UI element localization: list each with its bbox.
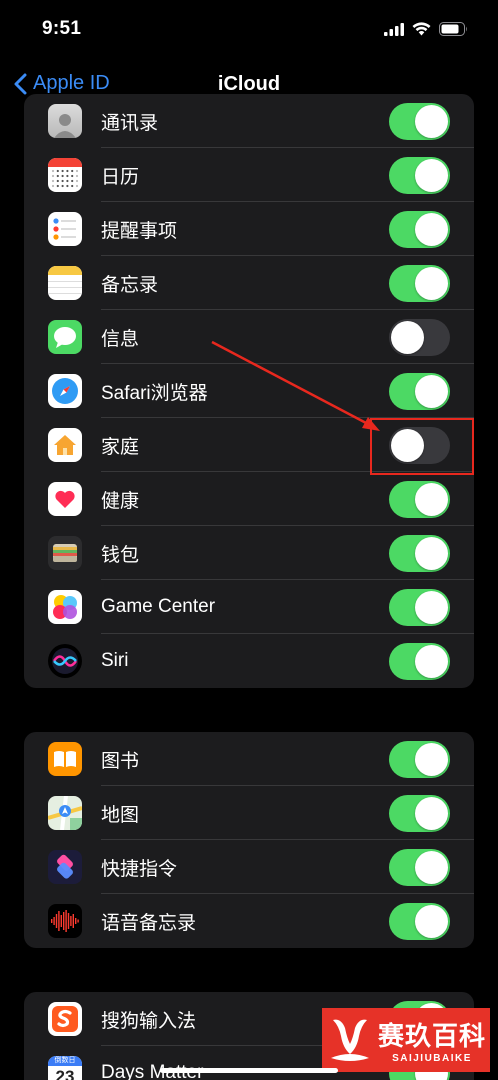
- row-label: 搜狗输入法: [101, 1010, 197, 1032]
- row-label: 日历: [101, 166, 140, 188]
- row-label: Siri: [101, 650, 129, 671]
- safari-icon: [48, 374, 82, 408]
- annotation-highlight-box: [370, 418, 474, 475]
- maps-icon: [48, 796, 82, 830]
- toggle-knob: [415, 266, 448, 300]
- row-label: 信息: [101, 328, 140, 350]
- messages-icon: [48, 320, 82, 354]
- row-label: Game Center: [101, 596, 216, 617]
- row-label: 钱包: [101, 544, 140, 566]
- row-label: 快捷指令: [101, 858, 178, 880]
- status-icons: [384, 22, 468, 36]
- toggle-switch[interactable]: [389, 372, 450, 410]
- toggle-knob: [415, 104, 448, 138]
- settings-row-g1-10: Siri: [24, 634, 474, 688]
- notes-icon: [48, 266, 82, 300]
- row-label: 图书: [101, 750, 140, 772]
- watermark-brand-cn: 赛玖百科: [378, 1021, 487, 1051]
- settings-row-g1-3: 备忘录: [24, 256, 474, 310]
- watermark: 赛玖百科 SAIJIUBAIKE: [322, 1008, 490, 1072]
- reminders-icon: [48, 212, 82, 246]
- settings-row-g1-5: Safari浏览器: [24, 364, 474, 418]
- days-matter-icon: 倒数日 23: [48, 1056, 82, 1080]
- calendar-icon: [48, 158, 82, 192]
- voice-memos-icon: [48, 904, 82, 938]
- toggle-knob: [415, 796, 448, 830]
- row-label: 健康: [101, 490, 140, 512]
- toggle-switch[interactable]: [389, 318, 450, 356]
- watermark-logo-icon: [322, 1008, 378, 1072]
- toggle-knob: [415, 850, 448, 884]
- cellular-signal-icon: [384, 22, 404, 36]
- watermark-text: 赛玖百科 SAIJIUBAIKE: [378, 1016, 486, 1064]
- toggle-switch[interactable]: [389, 210, 450, 248]
- contacts-icon: [48, 104, 82, 138]
- toggle-switch[interactable]: [389, 740, 450, 778]
- home-indicator[interactable]: [160, 1068, 338, 1073]
- settings-row-g1-8: 钱包: [24, 526, 474, 580]
- toggle-switch[interactable]: [389, 902, 450, 940]
- toggle-switch[interactable]: [389, 156, 450, 194]
- sogou-icon: [48, 1002, 82, 1036]
- status-time: 9:51: [42, 18, 82, 39]
- row-label: 地图: [101, 804, 140, 826]
- toggle-switch[interactable]: [389, 794, 450, 832]
- settings-row-g1-1: 日历: [24, 148, 474, 202]
- settings-row-g2-3: 语音备忘录: [24, 894, 474, 948]
- settings-row-g2-0: 图书: [24, 732, 474, 786]
- apps-group-1: 通讯录日历提醒事项备忘录信息 Safari浏览器 家庭健康钱包 Game Center…: [24, 94, 474, 688]
- siri-icon: [48, 644, 82, 678]
- row-label: 家庭: [101, 436, 140, 458]
- toggle-knob: [415, 742, 448, 776]
- toggle-switch[interactable]: [389, 102, 450, 140]
- toggle-knob: [415, 482, 448, 516]
- watermark-brand-en: SAIJIUBAIKE: [392, 1053, 472, 1064]
- toggle-switch[interactable]: [389, 480, 450, 518]
- toggle-switch[interactable]: [389, 264, 450, 302]
- toggle-knob: [415, 212, 448, 246]
- row-label: Safari浏览器: [101, 382, 208, 404]
- settings-row-g1-2: 提醒事项: [24, 202, 474, 256]
- page-title: iCloud: [217, 73, 281, 95]
- settings-row-g2-1: 地图: [24, 786, 474, 840]
- wifi-icon: [412, 22, 431, 36]
- settings-row-g1-4: 信息: [24, 310, 474, 364]
- settings-row-g2-2: 快捷指令: [24, 840, 474, 894]
- days-matter-icon-caption: 倒数日: [48, 1056, 82, 1066]
- settings-row-g1-9: Game Center: [24, 580, 474, 634]
- toggle-knob: [415, 158, 448, 192]
- toggle-switch[interactable]: [389, 534, 450, 572]
- row-label: 备忘录: [101, 274, 159, 296]
- apps-group-2: 图书地图快捷指令语音备忘录: [24, 732, 474, 948]
- row-label: 语音备忘录: [101, 912, 197, 934]
- settings-row-g1-7: 健康: [24, 472, 474, 526]
- books-icon: [48, 742, 82, 776]
- settings-row-g1-0: 通讯录: [24, 94, 474, 148]
- toggle-knob: [415, 590, 448, 624]
- toggle-switch[interactable]: [389, 588, 450, 626]
- toggle-knob: [415, 536, 448, 570]
- days-matter-icon-number: 23: [55, 1067, 75, 1080]
- toggle-knob: [391, 320, 424, 354]
- toggle-knob: [415, 904, 448, 938]
- home-icon: [48, 428, 82, 462]
- row-label: 提醒事项: [101, 220, 178, 242]
- row-label: 通讯录: [101, 112, 159, 134]
- toggle-switch[interactable]: [389, 848, 450, 886]
- health-icon: [48, 482, 82, 516]
- toggle-knob: [415, 644, 448, 678]
- wallet-icon: [48, 536, 82, 570]
- toggle-switch[interactable]: [389, 642, 450, 680]
- toggle-knob: [415, 374, 448, 408]
- battery-icon: [439, 22, 467, 36]
- shortcuts-icon: [48, 850, 82, 884]
- status-bar: 9:51: [0, 0, 498, 58]
- game-center-icon: [48, 590, 82, 624]
